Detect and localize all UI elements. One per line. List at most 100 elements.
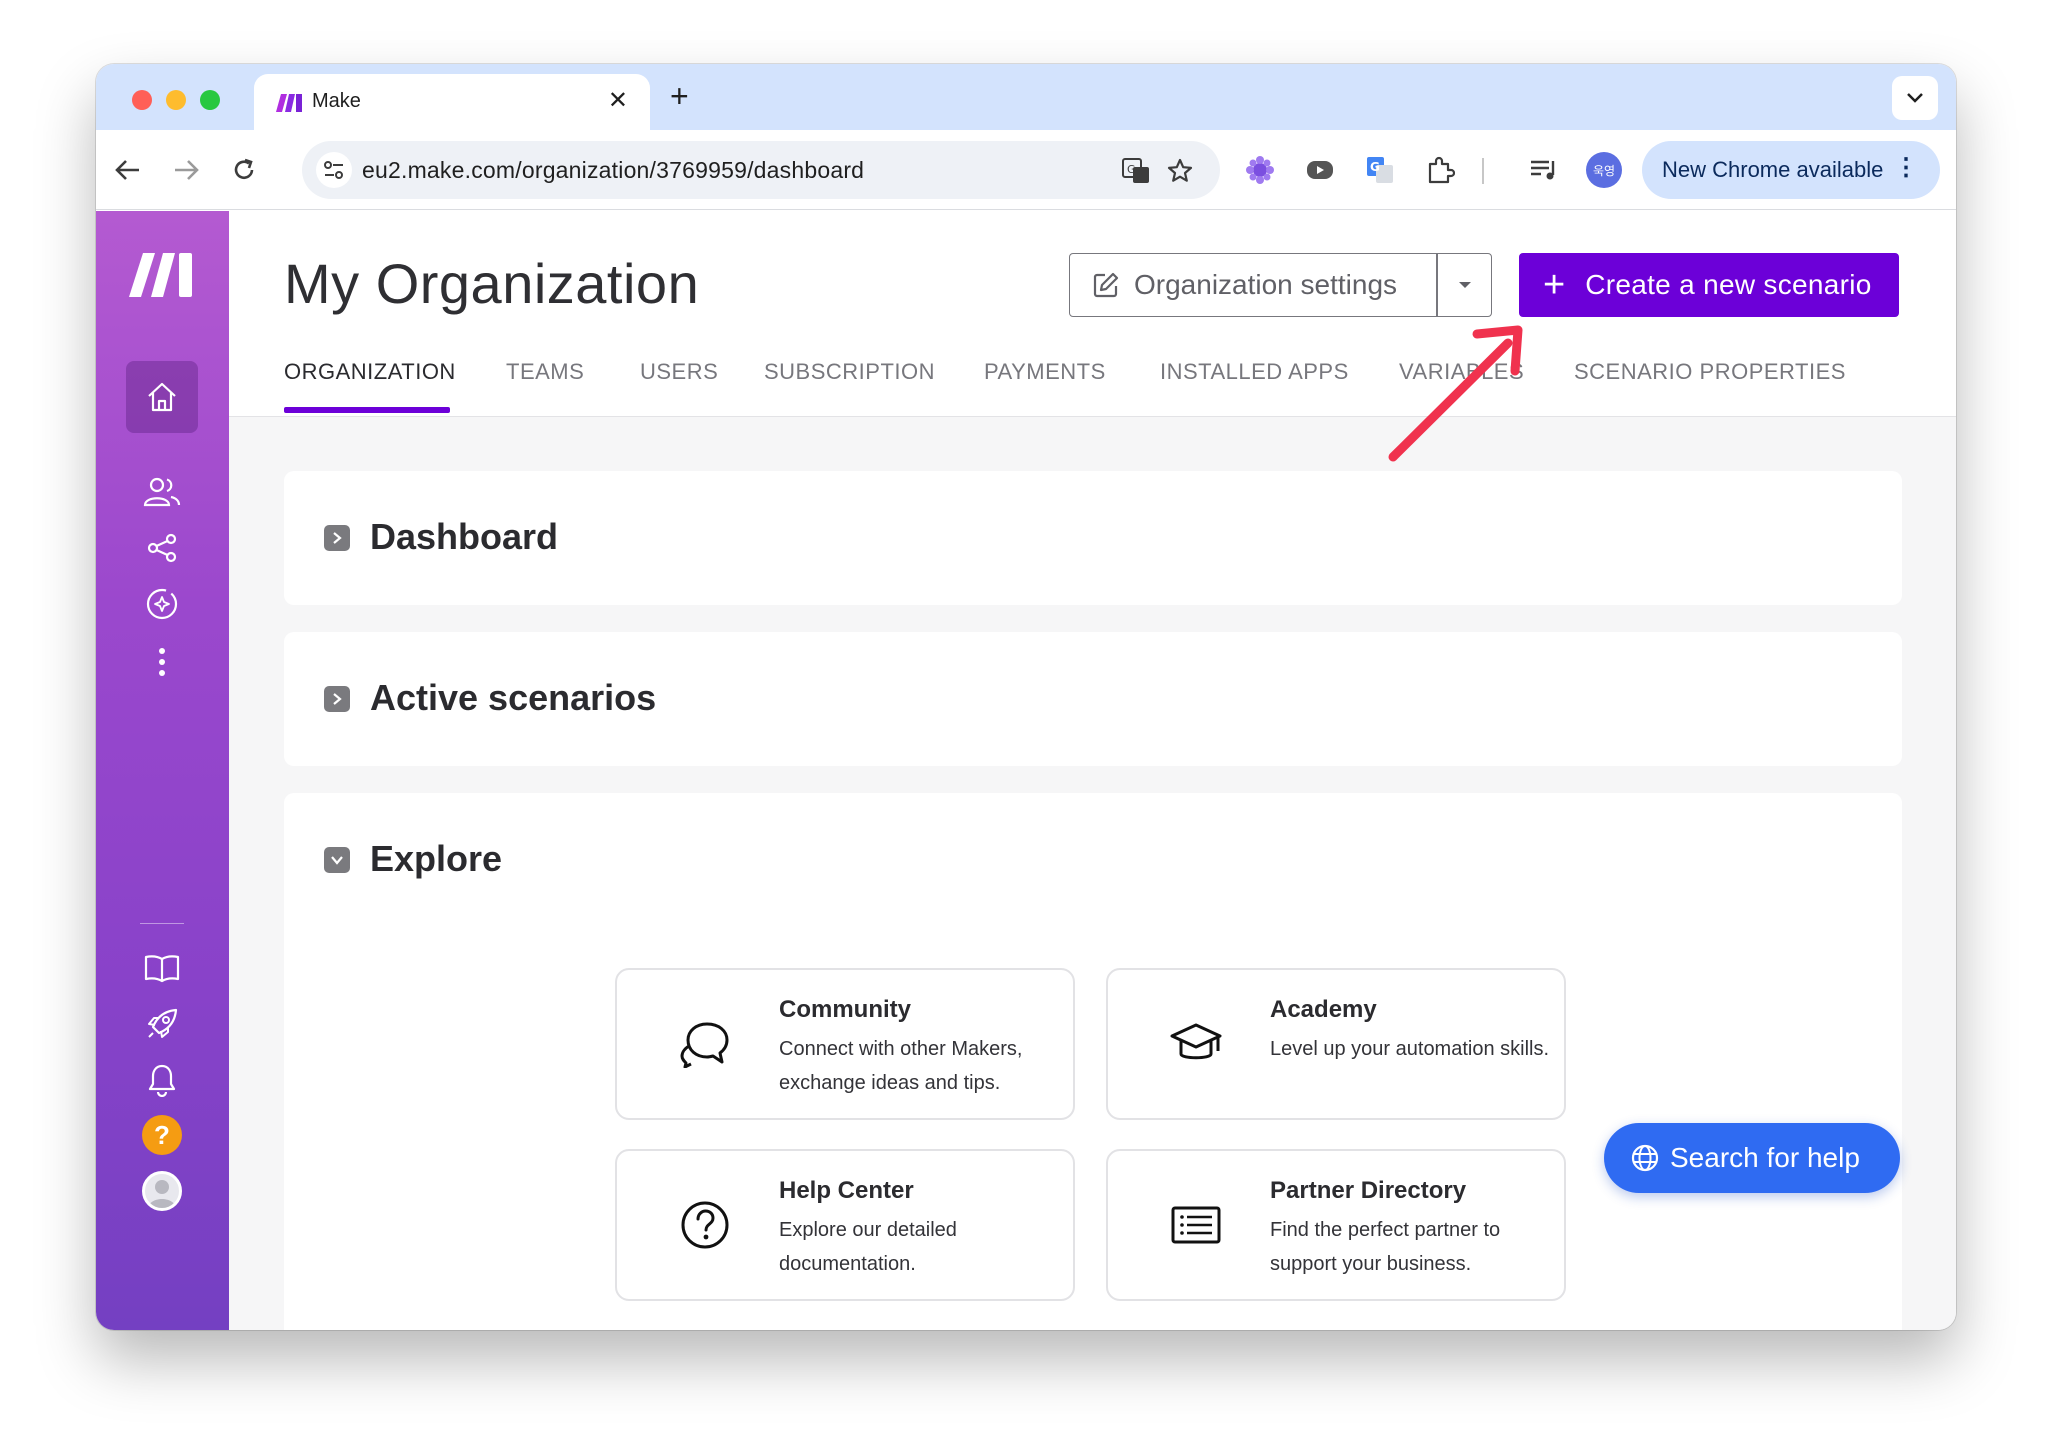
sidebar-more-button[interactable]: [126, 626, 198, 698]
chevron-right-icon: [333, 532, 342, 544]
active-scenarios-toggle[interactable]: [324, 686, 350, 712]
back-button[interactable]: [110, 152, 146, 188]
forward-button[interactable]: [168, 152, 204, 188]
sidebar-divider: [140, 923, 184, 924]
explore-tile-partner-directory[interactable]: Partner Directory Find the perfect partn…: [1106, 1149, 1566, 1301]
page-title: My Organization: [284, 252, 700, 315]
plus-icon: +: [1543, 264, 1566, 306]
explore-section: Explore Community Connect with other Mak…: [284, 793, 1902, 1330]
media-control-icon[interactable]: [1526, 152, 1562, 188]
reload-icon: [234, 158, 254, 179]
tab-teams[interactable]: TEAMS: [506, 359, 584, 385]
caret-down-icon: [1459, 282, 1471, 288]
translate-page-icon[interactable]: G: [1120, 155, 1152, 187]
edit-icon: [1093, 272, 1119, 298]
arrow-right-icon: [175, 160, 199, 180]
bell-icon: [148, 1064, 176, 1097]
user-avatar: [142, 1171, 182, 1211]
svg-text:G: G: [1370, 160, 1380, 174]
tile-title: Help Center: [779, 1177, 914, 1204]
svg-text:G: G: [1127, 163, 1136, 176]
page-header: My Organization Organization settings + …: [229, 211, 1956, 417]
tab-title: Make: [312, 90, 361, 112]
new-tab-button[interactable]: +: [670, 78, 689, 115]
browser-toolbar: eu2.make.com/organization/3769959/dashbo…: [96, 130, 1956, 210]
make-logo-icon: [276, 94, 302, 112]
make-logo-icon[interactable]: [129, 251, 195, 297]
tile-title: Community: [779, 996, 911, 1023]
tab-scenario-properties[interactable]: SCENARIO PROPERTIES: [1574, 359, 1846, 385]
minimize-window-button[interactable]: [166, 90, 186, 110]
chevron-right-icon: [333, 693, 342, 705]
create-scenario-label: Create a new scenario: [1585, 269, 1872, 300]
tab-subscription[interactable]: SUBSCRIPTION: [764, 359, 935, 385]
chrome-update-button[interactable]: New Chrome available ⋮: [1642, 141, 1940, 199]
organization-settings-dropdown[interactable]: [1438, 254, 1492, 316]
tab-variables[interactable]: VARIABLES: [1399, 359, 1524, 385]
tab-organization[interactable]: ORGANIZATION: [284, 359, 456, 385]
app-sidebar: ?: [96, 211, 229, 1330]
close-window-button[interactable]: [132, 90, 152, 110]
organization-settings-label: Organization settings: [1134, 269, 1398, 300]
reload-button[interactable]: [226, 152, 262, 188]
list-icon: [1168, 1197, 1224, 1253]
home-icon: [148, 382, 176, 412]
explore-tile-community[interactable]: Community Connect with other Makers, exc…: [615, 968, 1075, 1120]
share-nodes-icon: [147, 533, 177, 563]
dashboard-title[interactable]: Dashboard: [370, 516, 558, 558]
kebab-menu-icon: ⋮: [1894, 154, 1918, 181]
tile-title: Partner Directory: [1270, 1177, 1467, 1204]
tab-installed-apps[interactable]: INSTALLED APPS: [1160, 359, 1349, 385]
create-scenario-button[interactable]: + Create a new scenario: [1519, 253, 1899, 317]
active-tab-indicator: [284, 407, 450, 413]
profile-avatar[interactable]: 욱영: [1586, 152, 1622, 188]
person-icon: [148, 1180, 176, 1208]
site-info-button[interactable]: [316, 152, 352, 188]
explore-tile-academy[interactable]: Academy Level up your automation skills.: [1106, 968, 1566, 1120]
graduation-cap-icon: [1168, 1016, 1224, 1072]
sidebar-item-profile[interactable]: [126, 1155, 198, 1227]
globe-icon: [1631, 1144, 1659, 1172]
extension-video-icon[interactable]: [1302, 152, 1338, 188]
maximize-window-button[interactable]: [200, 90, 220, 110]
users-icon: [143, 477, 181, 507]
search-for-help-label: Search for help: [1670, 1142, 1860, 1173]
chevron-down-icon: [331, 856, 343, 865]
question-circle-icon: [677, 1197, 733, 1253]
arrow-left-icon: [115, 160, 139, 180]
browser-window: Make ✕ + eu2.make.com/organization/37699…: [96, 64, 1956, 1330]
organization-settings-split-button: Organization settings: [1069, 253, 1492, 317]
explore-tile-help-center[interactable]: Help Center Explore our detailed documen…: [615, 1149, 1075, 1301]
book-icon: [144, 955, 180, 983]
explore-toggle[interactable]: [324, 847, 350, 873]
organization-settings-button[interactable]: Organization settings: [1070, 254, 1436, 316]
tile-description: Connect with other Makers, exchange idea…: [779, 1038, 1023, 1094]
tune-icon: [324, 161, 343, 179]
active-scenarios-title[interactable]: Active scenarios: [370, 677, 656, 719]
address-bar[interactable]: eu2.make.com/organization/3769959/dashbo…: [302, 141, 1220, 199]
tab-strip: Make ✕ +: [96, 64, 1956, 130]
dashboard-toggle[interactable]: [324, 525, 350, 551]
rocket-icon: [148, 1008, 178, 1038]
extension-translate-icon[interactable]: G: [1362, 152, 1398, 188]
chrome-update-label: New Chrome available: [1662, 157, 1884, 182]
tab-close-icon[interactable]: ✕: [608, 86, 628, 115]
search-for-help-button[interactable]: Search for help: [1604, 1123, 1900, 1193]
tab-users[interactable]: USERS: [640, 359, 718, 385]
browser-tab-make[interactable]: Make ✕: [254, 74, 650, 130]
help-icon: ?: [142, 1115, 182, 1155]
extensions-puzzle-icon[interactable]: [1422, 152, 1458, 188]
url-text[interactable]: eu2.make.com/organization/3769959/dashbo…: [362, 157, 864, 184]
bookmark-star-icon[interactable]: [1164, 155, 1196, 187]
sidebar-item-home[interactable]: [126, 361, 198, 433]
ai-sparkle-icon: [146, 588, 178, 620]
tab-payments[interactable]: PAYMENTS: [984, 359, 1106, 385]
tab-search-button[interactable]: [1892, 76, 1938, 120]
extension-flower-icon[interactable]: [1242, 152, 1278, 188]
active-scenarios-section: Active scenarios: [284, 632, 1902, 766]
chat-bubbles-icon: [677, 1016, 733, 1072]
more-vertical-icon: [159, 648, 165, 676]
tile-description: Level up your automation skills.: [1270, 1038, 1550, 1060]
tile-description: Find the perfect partner to support your…: [1270, 1219, 1501, 1275]
explore-title[interactable]: Explore: [370, 838, 502, 880]
